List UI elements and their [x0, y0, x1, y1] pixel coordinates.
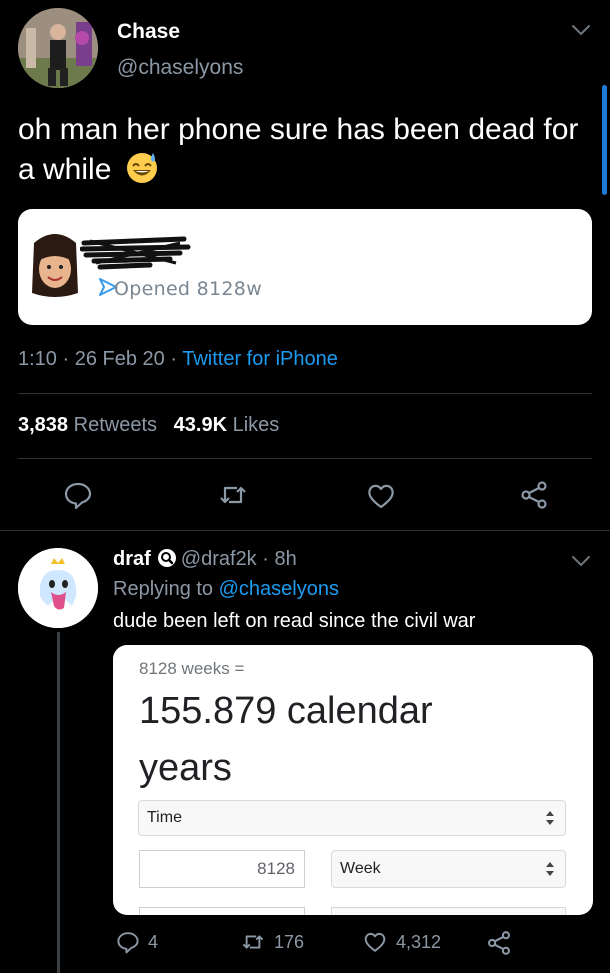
reply-author-handle[interactable]: @draf2k — [181, 548, 257, 570]
result-input-partial — [139, 907, 305, 915]
divider — [0, 530, 610, 531]
reply-age: · 8h — [262, 548, 297, 570]
chevron-down-icon[interactable] — [568, 551, 594, 571]
redacted-name-scribble — [80, 236, 191, 270]
replying-to: Replying to @chaselyons — [113, 578, 339, 601]
author-avatar[interactable] — [18, 8, 98, 88]
select-arrows-icon — [546, 811, 554, 825]
chevron-down-icon[interactable] — [568, 20, 594, 40]
tweet-time: 1:10 — [18, 348, 57, 370]
attached-calculator-image[interactable]: 8128 weeks = 155.879 calendar years Time… — [113, 645, 593, 915]
retweets-count: 3,838 — [18, 414, 69, 436]
magnifier-badge-icon — [157, 549, 176, 567]
scroll-indicator[interactable] — [602, 85, 607, 195]
replying-to-handle[interactable]: @chaselyons — [219, 578, 339, 600]
reply-share-action[interactable] — [486, 930, 512, 956]
likes-count: 43.9K — [173, 414, 228, 436]
reply-replies-count: 4 — [148, 931, 159, 952]
reply-icon — [117, 932, 139, 954]
share-icon[interactable] — [519, 480, 549, 510]
like-icon — [364, 932, 386, 952]
calc-subtitle: 8128 weeks = — [139, 659, 245, 678]
reply-like-action[interactable]: 4,312 — [362, 930, 441, 954]
select-arrows-icon — [546, 862, 554, 876]
reply-icon[interactable] — [63, 480, 93, 510]
retweet-icon — [242, 935, 264, 949]
unit-type-select[interactable]: Time — [138, 800, 566, 836]
attached-image[interactable]: Opened 8128w — [18, 209, 592, 325]
retweet-icon[interactable] — [218, 480, 248, 510]
calc-result: 155.879 calendar years — [139, 683, 579, 797]
divider — [18, 393, 592, 394]
meta-separator: · — [56, 348, 75, 370]
author-handle[interactable]: @chaselyons — [117, 56, 243, 80]
like-icon[interactable] — [366, 481, 396, 511]
reply-replies-action[interactable]: 4 — [116, 930, 158, 954]
meta-separator: · — [164, 348, 183, 370]
reply-author-avatar[interactable] — [18, 548, 98, 628]
unit-type-value: Time — [147, 809, 182, 826]
sweat-smile-emoji-icon — [126, 153, 157, 183]
snap-status: Opened 8128w — [114, 278, 263, 300]
reply-retweets-count: 176 — [274, 931, 305, 952]
value-input[interactable]: 8128 — [139, 850, 305, 888]
reply-retweet-action[interactable]: 176 — [240, 930, 304, 954]
share-icon — [487, 931, 511, 955]
reply-likes-count: 4,312 — [396, 931, 442, 952]
reply-author-name[interactable]: draf — [113, 548, 151, 570]
calc-result-line2: years — [139, 747, 232, 789]
replying-prefix: Replying to — [113, 578, 214, 600]
bitmoji-avatar — [32, 234, 78, 297]
engagement-counts: 3,838 Retweets 43.9K Likes — [18, 414, 279, 437]
reply-header: draf @draf2k · 8h — [113, 548, 297, 571]
from-unit-select[interactable]: Week — [331, 850, 566, 888]
to-unit-select-partial — [331, 907, 566, 915]
retweets-label: Retweets — [73, 414, 157, 436]
author-name[interactable]: Chase — [117, 20, 180, 44]
thread-line — [57, 632, 60, 973]
tweet-text: oh man her phone sure has been dead for … — [18, 110, 593, 189]
divider — [18, 458, 592, 459]
likes-stat[interactable]: 43.9K Likes — [174, 414, 280, 436]
tweet-source[interactable]: Twitter for iPhone — [182, 348, 338, 370]
retweets-stat[interactable]: 3,838 Retweets — [18, 414, 157, 436]
reply-text: dude been left on read since the civil w… — [113, 610, 476, 632]
likes-label: Likes — [232, 414, 280, 436]
tweet-date: 26 Feb 20 — [74, 348, 165, 370]
tweet-meta: 1:10 · 26 Feb 20 · Twitter for iPhone — [18, 348, 338, 371]
calc-result-line1: 155.879 calendar — [139, 690, 433, 732]
from-unit-value: Week — [340, 860, 381, 877]
tweet-text-body: oh man her phone sure has been dead for … — [18, 113, 579, 186]
